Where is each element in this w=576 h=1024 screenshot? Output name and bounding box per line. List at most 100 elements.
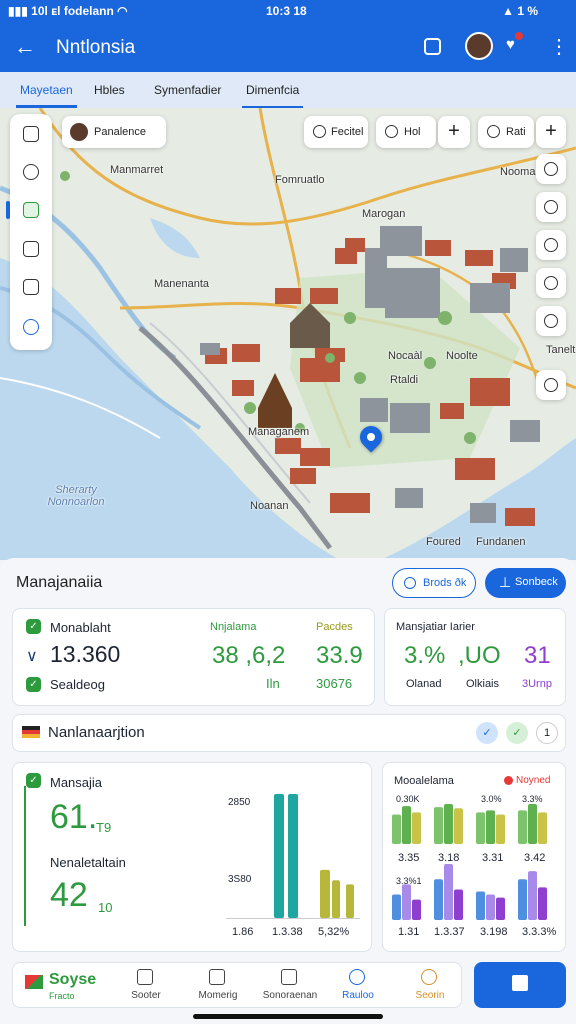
more-vert-icon[interactable]: ⋮ bbox=[549, 34, 569, 59]
chart-bar bbox=[320, 869, 330, 918]
filter-chip[interactable]: Fecitel bbox=[304, 116, 368, 148]
document-icon[interactable] bbox=[23, 279, 39, 295]
upload-button[interactable] bbox=[474, 962, 566, 1008]
brand-name[interactable]: Soyse bbox=[49, 971, 96, 989]
filter-icon bbox=[313, 125, 326, 138]
stat-big-value: 33.9 bbox=[316, 642, 363, 669]
nav-item-sooter[interactable]: Sooter bbox=[111, 963, 181, 1009]
flag-icon bbox=[22, 726, 40, 738]
layers-icon[interactable] bbox=[23, 126, 39, 142]
marker-button[interactable] bbox=[536, 306, 566, 336]
network-icon bbox=[349, 969, 365, 985]
locate-icon[interactable] bbox=[23, 319, 39, 335]
map-label: Marogan bbox=[362, 208, 406, 220]
metrics-bar-chart bbox=[274, 794, 354, 918]
map-tool-panel bbox=[6, 114, 52, 350]
tab-hbles[interactable]: Hbles bbox=[94, 83, 125, 97]
x-tick-label: 1.31 bbox=[398, 926, 420, 938]
stat-label: Monablaht bbox=[50, 620, 111, 635]
summary-label: 3Urnp bbox=[522, 678, 552, 690]
avatar[interactable] bbox=[465, 32, 493, 60]
chart-bar bbox=[454, 808, 463, 844]
message-icon[interactable] bbox=[23, 241, 39, 257]
chart-bar bbox=[346, 884, 354, 918]
stat-sub-value: Iln bbox=[266, 676, 280, 691]
chart-bar bbox=[486, 810, 495, 844]
tab-mayetaen[interactable]: Mayetaen bbox=[16, 83, 77, 108]
chip-label: Rati bbox=[506, 126, 526, 138]
x-tick-label: 3.198 bbox=[480, 926, 508, 938]
route-icon bbox=[404, 577, 416, 589]
trend-icon: ∨ bbox=[26, 648, 38, 665]
count-badge: 1 bbox=[536, 722, 558, 744]
primary-action-button[interactable]: ⊥ Sonbeck bbox=[485, 568, 566, 598]
map-label: Manenanta bbox=[154, 278, 210, 290]
column-header: Nnjalama bbox=[210, 621, 257, 633]
x-tick-label: 5,32% bbox=[318, 926, 350, 938]
square-icon[interactable] bbox=[424, 38, 441, 55]
share-button[interactable] bbox=[536, 370, 566, 400]
status-bar: ▮▮▮ 10l ᴇl fodelann ◠ 10:3 18 ▲ 1 % bbox=[0, 0, 576, 22]
y-tick-label: 2850 bbox=[228, 797, 251, 808]
chart-bar bbox=[402, 884, 411, 920]
map-view[interactable]: Manmarret Fomruatlo Marogan Manenanta No… bbox=[0, 108, 576, 560]
edit-button[interactable] bbox=[536, 230, 566, 260]
navigate-button[interactable] bbox=[536, 192, 566, 222]
add-button[interactable]: + bbox=[438, 116, 470, 148]
nav-item-sonoraenan[interactable]: Sonoraenan bbox=[255, 963, 325, 1009]
chart-bar bbox=[496, 814, 505, 844]
chart-bar bbox=[454, 889, 463, 920]
summary-value: 3.% bbox=[404, 642, 446, 669]
chart-bar bbox=[332, 880, 340, 918]
compass-button[interactable] bbox=[536, 268, 566, 298]
y-tick-label: 3S80 bbox=[228, 874, 252, 885]
secondary-action-button[interactable]: Brods ðk bbox=[392, 568, 476, 598]
tab-dimenfcia[interactable]: Dimenfcia bbox=[241, 83, 304, 108]
tab-symenfadier[interactable]: Symenfadier bbox=[154, 83, 221, 97]
crosshair-button[interactable]: + bbox=[536, 116, 566, 148]
toggle-icon[interactable]: ✓ bbox=[476, 722, 498, 744]
stat-big-value: 38 ,6,2 bbox=[212, 642, 286, 669]
toggle-icon[interactable]: ✓ bbox=[506, 722, 528, 744]
x-tick-label: 1.86 bbox=[232, 926, 254, 938]
map-label: Noolte bbox=[446, 350, 478, 362]
chart-bar bbox=[528, 871, 537, 920]
chart-bar bbox=[496, 897, 505, 920]
chart-bar bbox=[434, 807, 443, 844]
chart-bar bbox=[538, 812, 547, 844]
x-tick-label: 3.3.3% bbox=[522, 926, 557, 938]
chart-bar bbox=[518, 879, 527, 920]
x-axis bbox=[226, 918, 360, 919]
compass-icon bbox=[544, 276, 558, 290]
stat-value: 13.360 bbox=[50, 641, 121, 667]
metric-value: 42 bbox=[50, 876, 88, 914]
nav-item-seorin[interactable]: Seorin bbox=[395, 963, 465, 1009]
map-label: Foured bbox=[426, 536, 461, 548]
metric-label: Nenaletaltain bbox=[50, 855, 126, 870]
nav-item-momerig[interactable]: Momerig bbox=[183, 963, 253, 1009]
compass-icon[interactable] bbox=[23, 164, 39, 180]
button-label: Sonbeck bbox=[515, 576, 558, 588]
map-label: Rtaldi bbox=[390, 374, 419, 386]
route-chip[interactable]: Rati bbox=[478, 116, 534, 148]
filter-icon: ⊥ bbox=[499, 574, 512, 590]
bookmark-icon bbox=[137, 969, 153, 985]
summary-value: 31 bbox=[524, 642, 551, 669]
chart-bar bbox=[434, 879, 443, 920]
notification-icon[interactable]: ♥ bbox=[506, 32, 523, 53]
image-icon bbox=[209, 969, 225, 985]
nav-item-rauloo[interactable]: Rauloo bbox=[323, 963, 393, 1009]
share-icon bbox=[544, 378, 558, 392]
map-mode-icon[interactable] bbox=[23, 202, 39, 218]
summary-title: Mansjatiar Iarier bbox=[396, 621, 475, 633]
app-bar: ← Nntlonsia ♥ ⋮ bbox=[0, 22, 576, 72]
stat-label: Sealdeog bbox=[50, 677, 105, 692]
user-location-chip[interactable]: Panalence bbox=[62, 116, 166, 148]
map-settings-button[interactable] bbox=[536, 154, 566, 184]
summary-label: Olkiais bbox=[466, 678, 500, 690]
back-arrow-icon[interactable]: ← bbox=[14, 34, 36, 60]
legend-dot bbox=[504, 776, 513, 785]
hotel-chip[interactable]: Hol bbox=[376, 116, 436, 148]
chart-bar bbox=[518, 810, 527, 844]
sheet-title: Manajanaiia bbox=[16, 574, 103, 591]
